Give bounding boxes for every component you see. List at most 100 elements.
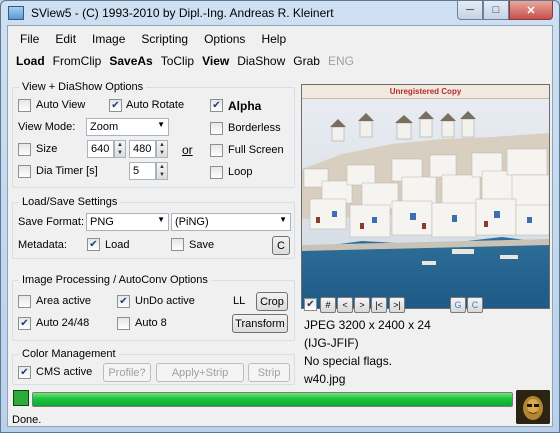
chevron-down-icon: ▼ <box>157 215 165 224</box>
g-button[interactable]: G <box>450 297 466 313</box>
app-icon[interactable] <box>8 6 24 20</box>
maximize-button[interactable]: □ <box>483 1 509 20</box>
eng-button[interactable]: ENG <box>324 50 358 72</box>
diashow-button[interactable]: DiaShow <box>233 50 289 72</box>
save-format-select[interactable]: PNG ▼ <box>86 213 169 231</box>
close-button[interactable]: ✕ <box>509 1 553 20</box>
undo-active-checkbox[interactable]: ✔ <box>117 295 130 308</box>
menu-help[interactable]: Help <box>253 26 294 48</box>
progress-fill <box>33 393 512 406</box>
view-mode-select[interactable]: Zoom ▼ <box>86 118 169 136</box>
image-format-info: JPEG 3200 x 2400 x 24 <box>304 318 431 332</box>
auto-view-checkbox[interactable] <box>18 99 31 112</box>
group-title: Load/Save Settings <box>19 196 121 208</box>
status-indicator[interactable] <box>13 390 29 406</box>
view-button[interactable]: View <box>198 50 233 72</box>
width-input[interactable]: 640 <box>87 140 114 158</box>
metadata-save-label: Save <box>189 239 215 251</box>
auto-8-checkbox[interactable] <box>117 317 130 330</box>
menu-image[interactable]: Image <box>84 26 133 48</box>
height-spinner[interactable]: ▲ ▼ <box>156 140 168 158</box>
timer-input[interactable]: 5 <box>129 162 156 180</box>
menu-edit[interactable]: Edit <box>47 26 84 48</box>
menu-bar: File Edit Image Scripting Options Help <box>8 26 552 48</box>
auto-2448-checkbox[interactable]: ✔ <box>18 317 31 330</box>
image-preview[interactable]: Unregistered Copy <box>301 84 550 309</box>
auto-8-label: Auto 8 <box>135 317 167 329</box>
next-button[interactable]: > <box>354 297 370 313</box>
image-codec-info: (IJG-JFIF) <box>304 336 359 350</box>
crop-button[interactable]: Crop <box>256 292 288 311</box>
full-screen-checkbox[interactable] <box>210 144 223 157</box>
progress-bar <box>32 392 513 407</box>
save-format-label: Save Format: <box>18 216 85 228</box>
first-button[interactable]: |< <box>371 297 387 313</box>
profile-button[interactable]: Profile? <box>103 363 151 382</box>
strip-button[interactable]: Strip <box>248 363 290 382</box>
undo-active-label: UnDo active <box>135 295 195 307</box>
auto-rotate-label: Auto Rotate <box>126 99 185 111</box>
nav-checkbox[interactable]: ✔ <box>304 298 317 311</box>
save-format-value: PNG <box>90 216 114 228</box>
borderless-label: Borderless <box>228 122 281 134</box>
mykonos-photo <box>302 99 549 308</box>
area-active-checkbox[interactable] <box>18 295 31 308</box>
size-checkbox[interactable] <box>18 143 31 156</box>
view-mode-label: View Mode: <box>18 121 76 133</box>
format-ext-value: (PiNG) <box>175 216 209 228</box>
borderless-checkbox[interactable] <box>210 122 223 135</box>
apply-strip-button[interactable]: Apply+Strip <box>156 363 244 382</box>
width-spinner[interactable]: ▲ ▼ <box>114 140 126 158</box>
unregistered-banner: Unregistered Copy <box>302 85 549 99</box>
chevron-down-icon: ▼ <box>157 120 165 129</box>
metadata-save-checkbox[interactable] <box>171 238 184 251</box>
author-avatar[interactable] <box>516 390 550 424</box>
auto-2448-label: Auto 24/48 <box>36 317 90 329</box>
menu-scripting[interactable]: Scripting <box>133 26 196 48</box>
spin-down-icon: ▼ <box>117 150 123 156</box>
image-flags-info: No special flags. <box>304 354 393 368</box>
prev-button[interactable]: < <box>337 297 353 313</box>
grab-button[interactable]: Grab <box>289 50 324 72</box>
group-title: Color Management <box>19 348 119 360</box>
c-button[interactable]: C <box>467 297 483 313</box>
preview-photo <box>302 99 549 308</box>
chevron-down-icon: ▼ <box>279 215 287 224</box>
loop-label: Loop <box>228 166 253 178</box>
alpha-label: Alpha <box>228 99 262 113</box>
load-button[interactable]: Load <box>12 50 49 72</box>
image-filename: w40.jpg <box>304 372 346 386</box>
menu-file[interactable]: File <box>12 26 47 48</box>
format-ext-select[interactable]: (PiNG) ▼ <box>171 213 291 231</box>
timer-spinner[interactable]: ▲ ▼ <box>156 162 168 180</box>
minimize-button[interactable]: ─ <box>457 1 483 20</box>
toolbar: Load FromClip SaveAs ToClip View DiaShow… <box>8 50 552 72</box>
or-link[interactable]: or <box>182 143 193 157</box>
alpha-checkbox[interactable]: ✔ <box>210 99 223 112</box>
menu-options[interactable]: Options <box>196 26 253 48</box>
group-title: Image Processing / AutoConv Options <box>19 274 211 286</box>
title-bar[interactable]: SView5 - (C) 1993-2010 by Dipl.-Ing. And… <box>1 1 559 25</box>
dia-timer-checkbox[interactable] <box>18 165 31 178</box>
fromclip-button[interactable]: FromClip <box>49 50 106 72</box>
height-input[interactable]: 480 <box>129 140 156 158</box>
saveas-button[interactable]: SaveAs <box>105 50 156 72</box>
transform-button[interactable]: Transform <box>232 314 288 333</box>
nav-hash-button[interactable]: # <box>320 297 336 313</box>
metadata-load-checkbox[interactable]: ✔ <box>87 238 100 251</box>
last-button[interactable]: >| <box>389 297 405 313</box>
app-window: SView5 - (C) 1993-2010 by Dipl.-Ing. And… <box>0 0 560 433</box>
window-title: SView5 - (C) 1993-2010 by Dipl.-Ing. And… <box>31 6 334 20</box>
loop-checkbox[interactable] <box>210 166 223 179</box>
caption-buttons: ─ □ ✕ <box>457 1 553 20</box>
area-active-label: Area active <box>36 295 92 307</box>
toclip-button[interactable]: ToClip <box>157 50 198 72</box>
metadata-c-button[interactable]: C <box>272 236 290 255</box>
status-text: Done. <box>12 414 42 426</box>
spin-down-icon: ▼ <box>159 150 165 156</box>
cms-active-checkbox[interactable]: ✔ <box>18 366 31 379</box>
full-screen-label: Full Screen <box>228 144 284 156</box>
view-mode-value: Zoom <box>90 121 119 133</box>
spin-down-icon: ▼ <box>159 172 165 178</box>
auto-rotate-checkbox[interactable]: ✔ <box>109 99 122 112</box>
